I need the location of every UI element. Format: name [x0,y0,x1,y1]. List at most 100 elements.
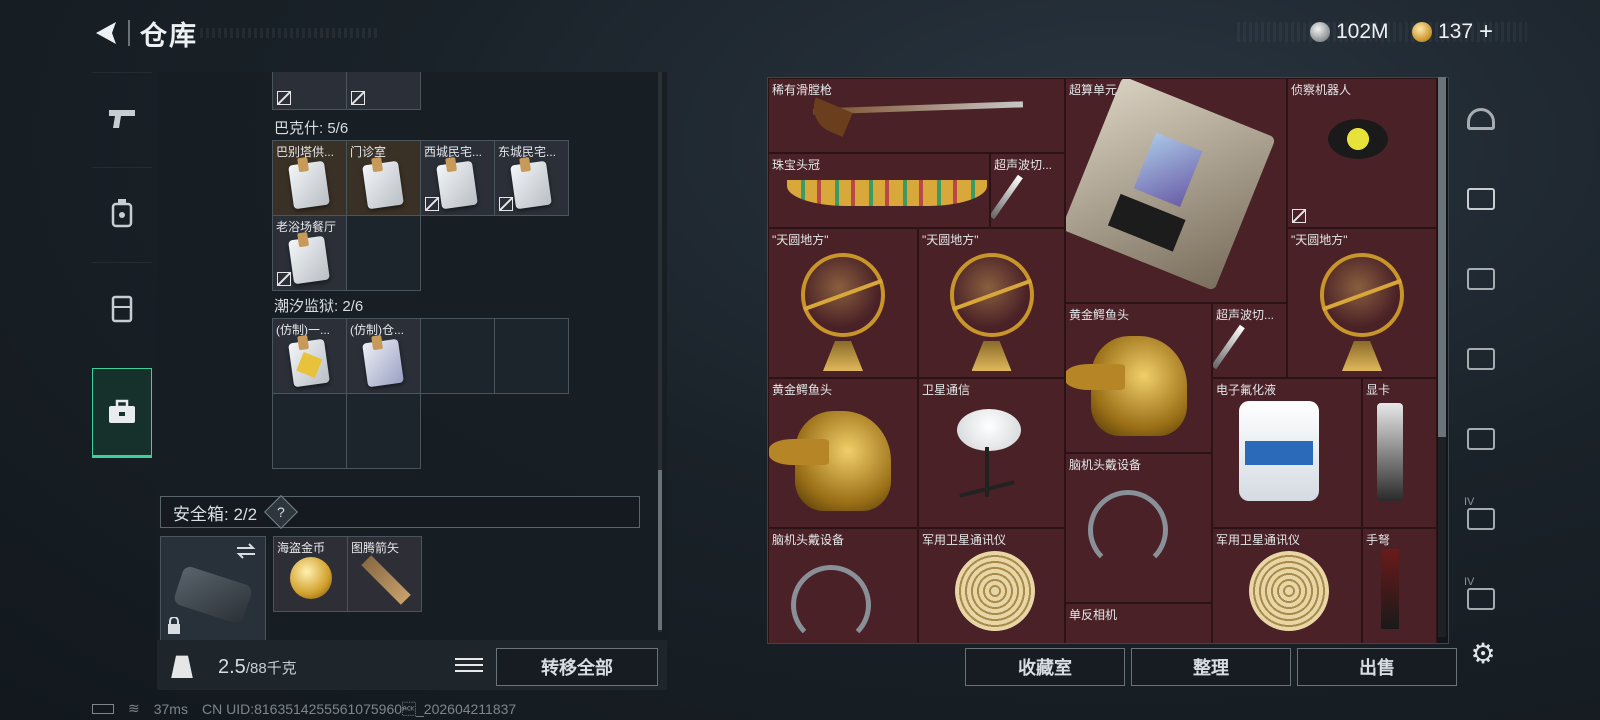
armillary-sphere-icon [801,253,885,337]
stash-item[interactable]: 稀有滑膛枪 [768,78,1065,153]
safebox-container[interactable] [160,536,266,642]
stash-tab-add[interactable]: IV [1462,576,1500,618]
stash-tab-5[interactable]: IV [1462,496,1500,538]
stash-tab-1[interactable] [1462,180,1500,218]
backpack-icon [111,295,133,323]
stash-item[interactable]: 单反相机 [1065,603,1212,643]
key-card-cell[interactable]: 巴别塔供... [273,141,347,216]
stash-item[interactable]: 脑机头戴设备 [1065,453,1212,603]
stash-item[interactable]: 脑机头戴设备 [768,528,918,643]
title-decoration [200,28,380,38]
stash-grid: 稀有滑膛枪 超算单元 侦察机器人 珠宝头冠 超声波切... "天圆地方" "天圆… [767,77,1449,644]
empty-slot[interactable] [347,216,421,291]
nav-armor[interactable] [92,167,152,258]
nav-weapon[interactable] [92,72,152,163]
no-carry-icon [277,272,291,286]
inventory-cell[interactable] [347,72,421,110]
stash-item[interactable]: "天圆地方" [918,228,1065,378]
armillary-sphere-icon [949,253,1034,337]
title-divider [128,20,130,46]
armor-icon [111,199,133,228]
stash-tab-3[interactable] [1462,340,1500,378]
inventory-cell[interactable] [273,72,347,110]
empty-slot[interactable] [273,394,347,469]
add-gold-button[interactable]: + [1479,18,1493,46]
stash-item[interactable]: 军用卫星通讯仪 [918,528,1065,643]
transfer-all-button[interactable]: 转移全部 [496,648,658,686]
previous-section-grid [272,72,421,110]
tripod [985,447,989,497]
safebox-slot[interactable]: 图腾箭矢 [347,536,422,612]
item-name: 侦察机器人 [1291,83,1352,97]
stash-tab-2[interactable] [1462,260,1500,298]
item-name: 显卡 [1366,383,1391,397]
jewel-crown-icon [787,180,987,206]
stash-page-icon [1467,428,1495,450]
item-name: 脑机头戴设备 [772,533,845,547]
stash-item[interactable]: 显卡 [1362,378,1437,528]
sphere-stand [1342,341,1382,371]
key-card-cell[interactable]: 老浴场餐厅 [273,216,347,291]
stash-item[interactable]: "天圆地方" [768,228,918,378]
stash-item[interactable]: 侦察机器人 [1287,78,1437,228]
collection-room-button[interactable]: 收藏室 [965,648,1125,686]
swap-icon[interactable] [235,543,257,559]
sort-button[interactable]: 整理 [1131,648,1291,686]
key-card-cell[interactable]: (仿制)一... [273,319,347,394]
help-icon[interactable]: ? [264,495,299,529]
key-card-cell[interactable]: 东城民宅... [495,141,569,216]
empty-slot[interactable] [495,319,569,394]
stash-item[interactable]: 超声波切... [1212,303,1287,378]
satellite-comm-icon [1249,551,1329,631]
case-scroll-thumb[interactable] [658,470,662,630]
back-arrow-icon[interactable] [92,18,122,48]
page-title: 仓库 [140,21,198,51]
stash-item[interactable]: 黄金鳄鱼头 [1065,303,1212,453]
lock-icon [168,617,180,634]
stash-item[interactable]: "天圆地方" [1287,228,1437,378]
item-name: 手弩 [1366,533,1391,547]
status-bar: ≋ 37ms CN UID:8163514255561075960_20260… [92,700,516,717]
item-name: 单反相机 [1069,608,1118,622]
equipment-nav [92,72,152,472]
stash-scroll-thumb[interactable] [1438,77,1446,437]
stash-item[interactable]: 军用卫星通讯仪 [1212,528,1362,643]
stash-item[interactable]: 超算单元 [1065,78,1287,303]
stash-item[interactable]: 卫星通信 [918,378,1065,528]
stash-item[interactable]: 手弩 [1362,528,1437,643]
uid: CN UID:8163514255561075960_202604211837 [201,700,517,717]
safebox-header: 安全箱: 2/2 ? [160,495,640,529]
stash-item[interactable]: 黄金鳄鱼头 [768,378,918,528]
tab-level: IV [1464,576,1475,588]
brain-headset-icon [791,565,871,643]
gold-currency[interactable]: 137 + [1412,18,1493,46]
key-card-icon [288,160,330,210]
key-card-icon [510,160,552,210]
home-icon [1467,108,1495,130]
settings-gear-icon[interactable]: ⚙ [1468,638,1498,669]
item-name: 军用卫星通讯仪 [1216,533,1301,547]
weight-current: 2.5 [218,656,246,678]
nav-backpack[interactable] [92,262,152,353]
stash-item[interactable]: 超声波切... [990,153,1065,228]
list-view-button[interactable] [455,651,483,679]
satellite-dish-icon [957,409,1021,451]
key-card-cell[interactable]: 门诊室 [347,141,421,216]
stash-item[interactable]: 电子氟化液 [1212,378,1362,528]
item-name: "天圆地方" [1291,233,1348,247]
briefcase-icon [109,399,135,423]
stash-tab-4[interactable] [1462,420,1500,458]
wifi-icon: ≋ [128,700,140,716]
nav-case[interactable] [92,368,152,458]
sphere-stand [971,341,1012,371]
key-card-cell[interactable]: 西城民宅... [421,141,495,216]
stash-item[interactable]: 珠宝头冠 [768,153,990,228]
stash-tab-home[interactable] [1462,100,1500,138]
no-carry-icon [351,91,365,105]
empty-slot[interactable] [421,319,495,394]
safebox-slot[interactable]: 海盗金币 [273,536,348,612]
sell-button[interactable]: 出售 [1297,648,1457,686]
empty-slot[interactable] [347,394,421,469]
key-card-cell[interactable]: (仿制)仓... [347,319,421,394]
item-name: 卫星通信 [922,383,971,397]
